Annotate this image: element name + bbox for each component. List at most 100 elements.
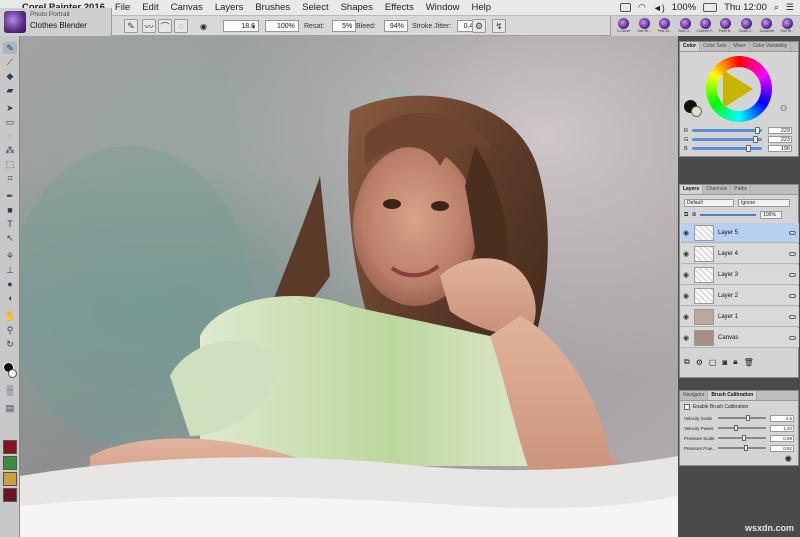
slider-knob[interactable] <box>755 127 760 134</box>
slider-knob[interactable] <box>734 425 738 431</box>
pick-up-underlying-icon[interactable]: ⧈ <box>692 212 696 219</box>
composite-method-select[interactable]: Default <box>684 199 734 207</box>
green-slider[interactable] <box>692 136 762 143</box>
stroke-type-freehand-icon[interactable]: 〰 <box>142 19 156 33</box>
cast-icon[interactable] <box>620 3 631 12</box>
calibration-value[interactable]: 0.89 <box>770 434 794 442</box>
blue-slider[interactable] <box>692 145 762 152</box>
look-selector-swatch[interactable] <box>3 472 17 486</box>
visibility-eye-icon[interactable]: ◉ <box>681 229 691 237</box>
brush-tool-icon[interactable]: ✎ <box>3 42 17 54</box>
slider-knob[interactable] <box>746 145 751 152</box>
pattern-selector-icon[interactable]: ▤ <box>3 402 17 414</box>
delete-layer-icon[interactable]: 🗑︎ <box>744 358 754 367</box>
volume-icon[interactable]: ◄) <box>653 3 665 13</box>
layer-lock-icon[interactable] <box>789 293 796 298</box>
menu-help[interactable]: Help <box>472 2 492 13</box>
rectangular-selection-icon[interactable]: ▭ <box>3 116 17 128</box>
reset-tool-icon[interactable]: ✎ <box>124 19 138 33</box>
layer-lock-icon[interactable] <box>789 335 796 340</box>
green-value-field[interactable]: 223 <box>768 136 792 143</box>
dab-item[interactable]: Soft Cl... <box>675 18 694 34</box>
menu-shapes[interactable]: Shapes <box>341 2 373 13</box>
menu-layers[interactable]: Layers <box>215 2 244 13</box>
pen-tool-icon[interactable]: ✒ <box>3 190 17 202</box>
tab-layers[interactable]: Layers <box>680 185 704 194</box>
calibration-slider[interactable] <box>718 445 766 451</box>
red-value-field[interactable]: 229 <box>768 127 792 134</box>
slider-knob[interactable] <box>753 136 758 143</box>
paper-selector-icon[interactable]: ▒ <box>3 384 17 396</box>
paint-bucket-icon[interactable]: ◆ <box>3 70 17 82</box>
layer-row[interactable]: ◉ Layer 4 <box>681 244 799 264</box>
calibration-slider[interactable] <box>718 415 766 421</box>
rubber-stamp-icon[interactable]: ⊥ <box>3 264 17 276</box>
layer-lock-icon[interactable] <box>789 230 796 235</box>
dab-item[interactable]: 1-Cloner <box>614 18 633 34</box>
visibility-eye-icon[interactable]: ◉ <box>681 271 691 279</box>
painting-canvas[interactable] <box>20 36 678 537</box>
slider-knob[interactable] <box>746 415 750 421</box>
dab-item[interactable]: Colored P... <box>696 18 715 34</box>
brush-ghost-icon[interactable]: ◌ <box>174 19 188 33</box>
dab-item[interactable]: Chalk C... <box>737 18 756 34</box>
battery-icon[interactable] <box>703 3 718 12</box>
crop-tool-icon[interactable]: ⌗ <box>3 172 17 184</box>
calibration-value[interactable]: 4.6 <box>770 414 794 422</box>
dodge-tool-icon[interactable]: ● <box>3 278 17 290</box>
layer-commands-icon[interactable]: ⧉ <box>684 357 690 367</box>
layer-lock-icon[interactable] <box>789 272 796 277</box>
menu-canvas[interactable]: Canvas <box>171 2 203 13</box>
tab-mixer[interactable]: Mixer <box>730 42 750 51</box>
visibility-eye-icon[interactable]: ◉ <box>681 292 691 300</box>
layer-lock-icon[interactable] <box>789 251 796 256</box>
visibility-eye-icon[interactable]: ◉ <box>681 334 691 342</box>
menu-window[interactable]: Window <box>426 2 460 13</box>
resat-field[interactable]: 5% <box>332 20 357 32</box>
menu-file[interactable]: File <box>115 2 130 13</box>
tab-navigator[interactable]: Navigator <box>680 391 709 400</box>
tab-color[interactable]: Color <box>680 42 701 51</box>
layer-row[interactable]: ◉ Layer 2 <box>681 286 799 306</box>
calibration-value[interactable]: 0.52 <box>770 444 794 452</box>
rectangle-shape-icon[interactable]: ■ <box>3 204 17 216</box>
enable-calibration-checkbox[interactable] <box>684 404 690 410</box>
shape-selection-icon[interactable]: ↖ <box>3 232 17 244</box>
layer-opacity-slider[interactable] <box>700 214 757 216</box>
dab-item[interactable]: Hair Bl... <box>634 18 653 34</box>
dab-item[interactable]: Hair Bl... <box>778 18 797 34</box>
brush-tracking-icon[interactable]: ↯ <box>492 19 506 33</box>
cloner-tool-icon[interactable]: ⚘ <box>3 250 17 262</box>
rotate-page-icon[interactable]: ↻ <box>3 338 17 350</box>
clock[interactable]: Thu 12:00 <box>724 2 767 13</box>
burn-tool-icon[interactable]: ◖ <box>3 292 17 304</box>
brush-category-icon[interactable] <box>4 11 26 33</box>
magic-wand-icon[interactable]: ⁂ <box>3 144 17 156</box>
tab-channels[interactable]: Channels <box>703 185 732 194</box>
stroke-type-line-icon[interactable]: ⌒ <box>158 19 172 33</box>
additional-color-swatch[interactable] <box>8 369 17 378</box>
nozzle-selector-swatch[interactable] <box>3 456 17 470</box>
grabber-tool-icon[interactable]: ✋ <box>3 310 17 322</box>
dab-item[interactable]: Paint B... <box>716 18 735 34</box>
calibration-value[interactable]: 1.20 <box>770 424 794 432</box>
transform-tool-icon[interactable]: ⬚ <box>3 158 17 170</box>
slider-knob[interactable] <box>742 435 746 441</box>
tab-paths[interactable]: Paths <box>731 185 752 194</box>
saturation-value-triangle[interactable] <box>723 70 753 108</box>
menu-effects[interactable]: Effects <box>385 2 414 13</box>
visibility-eye-icon[interactable]: ◉ <box>681 250 691 258</box>
mask-icon[interactable]: ◙ <box>722 358 727 367</box>
bleed-field[interactable]: 94% <box>383 20 408 32</box>
eraser-tool-icon[interactable]: ▰ <box>3 84 17 96</box>
expression-icon[interactable]: ⚙ <box>472 19 486 33</box>
layer-row[interactable]: ◉ Layer 3 <box>681 265 799 285</box>
additional-color-chip[interactable] <box>691 106 702 117</box>
new-layer-icon[interactable]: ▢ <box>709 358 717 367</box>
gradient-selector-swatch[interactable] <box>3 440 17 454</box>
wifi-icon[interactable]: ◠ <box>638 2 646 13</box>
menu-select[interactable]: Select <box>302 2 328 13</box>
dynamic-plugins-icon[interactable]: ⚙ <box>696 358 703 367</box>
visibility-eye-icon[interactable]: ◉ <box>681 313 691 321</box>
calibration-slider[interactable] <box>718 425 766 431</box>
